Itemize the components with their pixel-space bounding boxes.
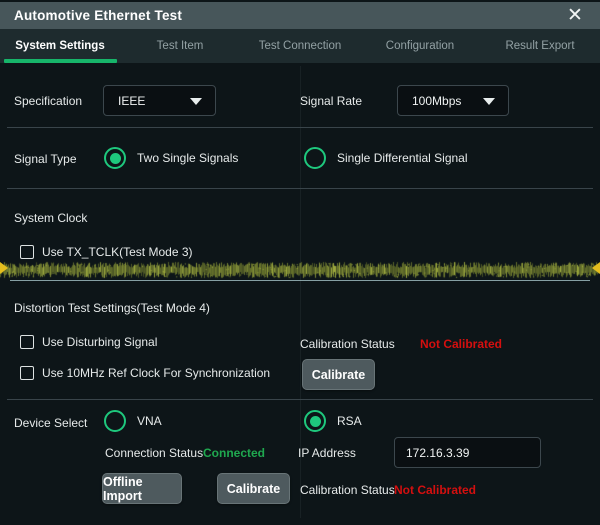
connection-status-value: Connected [203, 446, 265, 460]
distortion-title: Distortion Test Settings(Test Mode 4) [14, 301, 210, 315]
waveform-noise-strip [0, 259, 600, 281]
tab-system-settings[interactable]: System Settings [0, 29, 120, 63]
checkbox-use-disturbing-signal[interactable]: Use Disturbing Signal [20, 335, 157, 349]
checkbox-use-10mhz-ref-clock[interactable]: Use 10MHz Ref Clock For Synchronization [20, 366, 270, 380]
device-select-label: Device Select [14, 416, 87, 430]
radio-two-single-signals[interactable]: Two Single Signals [104, 147, 238, 169]
radio-icon [104, 410, 126, 432]
radio-vna[interactable]: VNA [104, 410, 162, 432]
divider [7, 188, 593, 189]
radio-single-differential-signal[interactable]: Single Differential Signal [304, 147, 468, 169]
device-calibration-status-label: Calibration Status [300, 483, 395, 497]
tab-test-item[interactable]: Test Item [120, 29, 240, 63]
system-clock-title: System Clock [14, 211, 87, 225]
radio-icon [104, 147, 126, 169]
chevron-down-icon [483, 98, 495, 105]
device-calibration-status-value: Not Calibrated [394, 483, 476, 497]
radio-rsa[interactable]: RSA [304, 410, 362, 432]
checkbox-use-tx-tclk[interactable]: Use TX_TCLK(Test Mode 3) [20, 245, 193, 259]
ip-address-input[interactable]: 172.16.3.39 [394, 437, 541, 468]
divider [7, 399, 593, 400]
title-bar: Automotive Ethernet Test ✕ [0, 2, 600, 29]
specification-dropdown[interactable]: IEEE [103, 85, 216, 116]
checkbox-icon [20, 335, 34, 349]
signal-type-label: Signal Type [14, 152, 77, 166]
tab-result-export[interactable]: Result Export [480, 29, 600, 63]
active-tab-underline [4, 59, 117, 63]
close-icon[interactable]: ✕ [562, 3, 588, 29]
trigger-marker-right-icon [592, 262, 600, 274]
trigger-marker-left-icon [0, 262, 8, 274]
tab-configuration[interactable]: Configuration [360, 29, 480, 63]
signal-rate-dropdown[interactable]: 100Mbps [397, 85, 509, 116]
connection-status-label: Connection Status [105, 446, 203, 460]
tab-test-connection[interactable]: Test Connection [240, 29, 360, 63]
dialog-title: Automotive Ethernet Test [14, 8, 182, 23]
calibrate-button[interactable]: Calibrate [302, 359, 375, 390]
radio-icon [304, 147, 326, 169]
automotive-ethernet-test-dialog: Automotive Ethernet Test ✕ System Settin… [0, 0, 600, 525]
specification-label: Specification [14, 94, 82, 108]
offline-import-button[interactable]: Offline Import [102, 473, 182, 504]
calibration-status-value: Not Calibrated [420, 337, 502, 351]
radio-icon [304, 410, 326, 432]
signal-rate-label: Signal Rate [300, 94, 362, 108]
tab-bar: System Settings Test Item Test Connectio… [0, 29, 600, 63]
chevron-down-icon [190, 98, 202, 105]
calibration-status-label: Calibration Status [300, 337, 395, 351]
checkbox-icon [20, 366, 34, 380]
checkbox-icon [20, 245, 34, 259]
ip-address-label: IP Address [298, 446, 356, 460]
divider [7, 127, 593, 128]
calibrate-button-device[interactable]: Calibrate [217, 473, 290, 504]
divider [10, 280, 590, 281]
